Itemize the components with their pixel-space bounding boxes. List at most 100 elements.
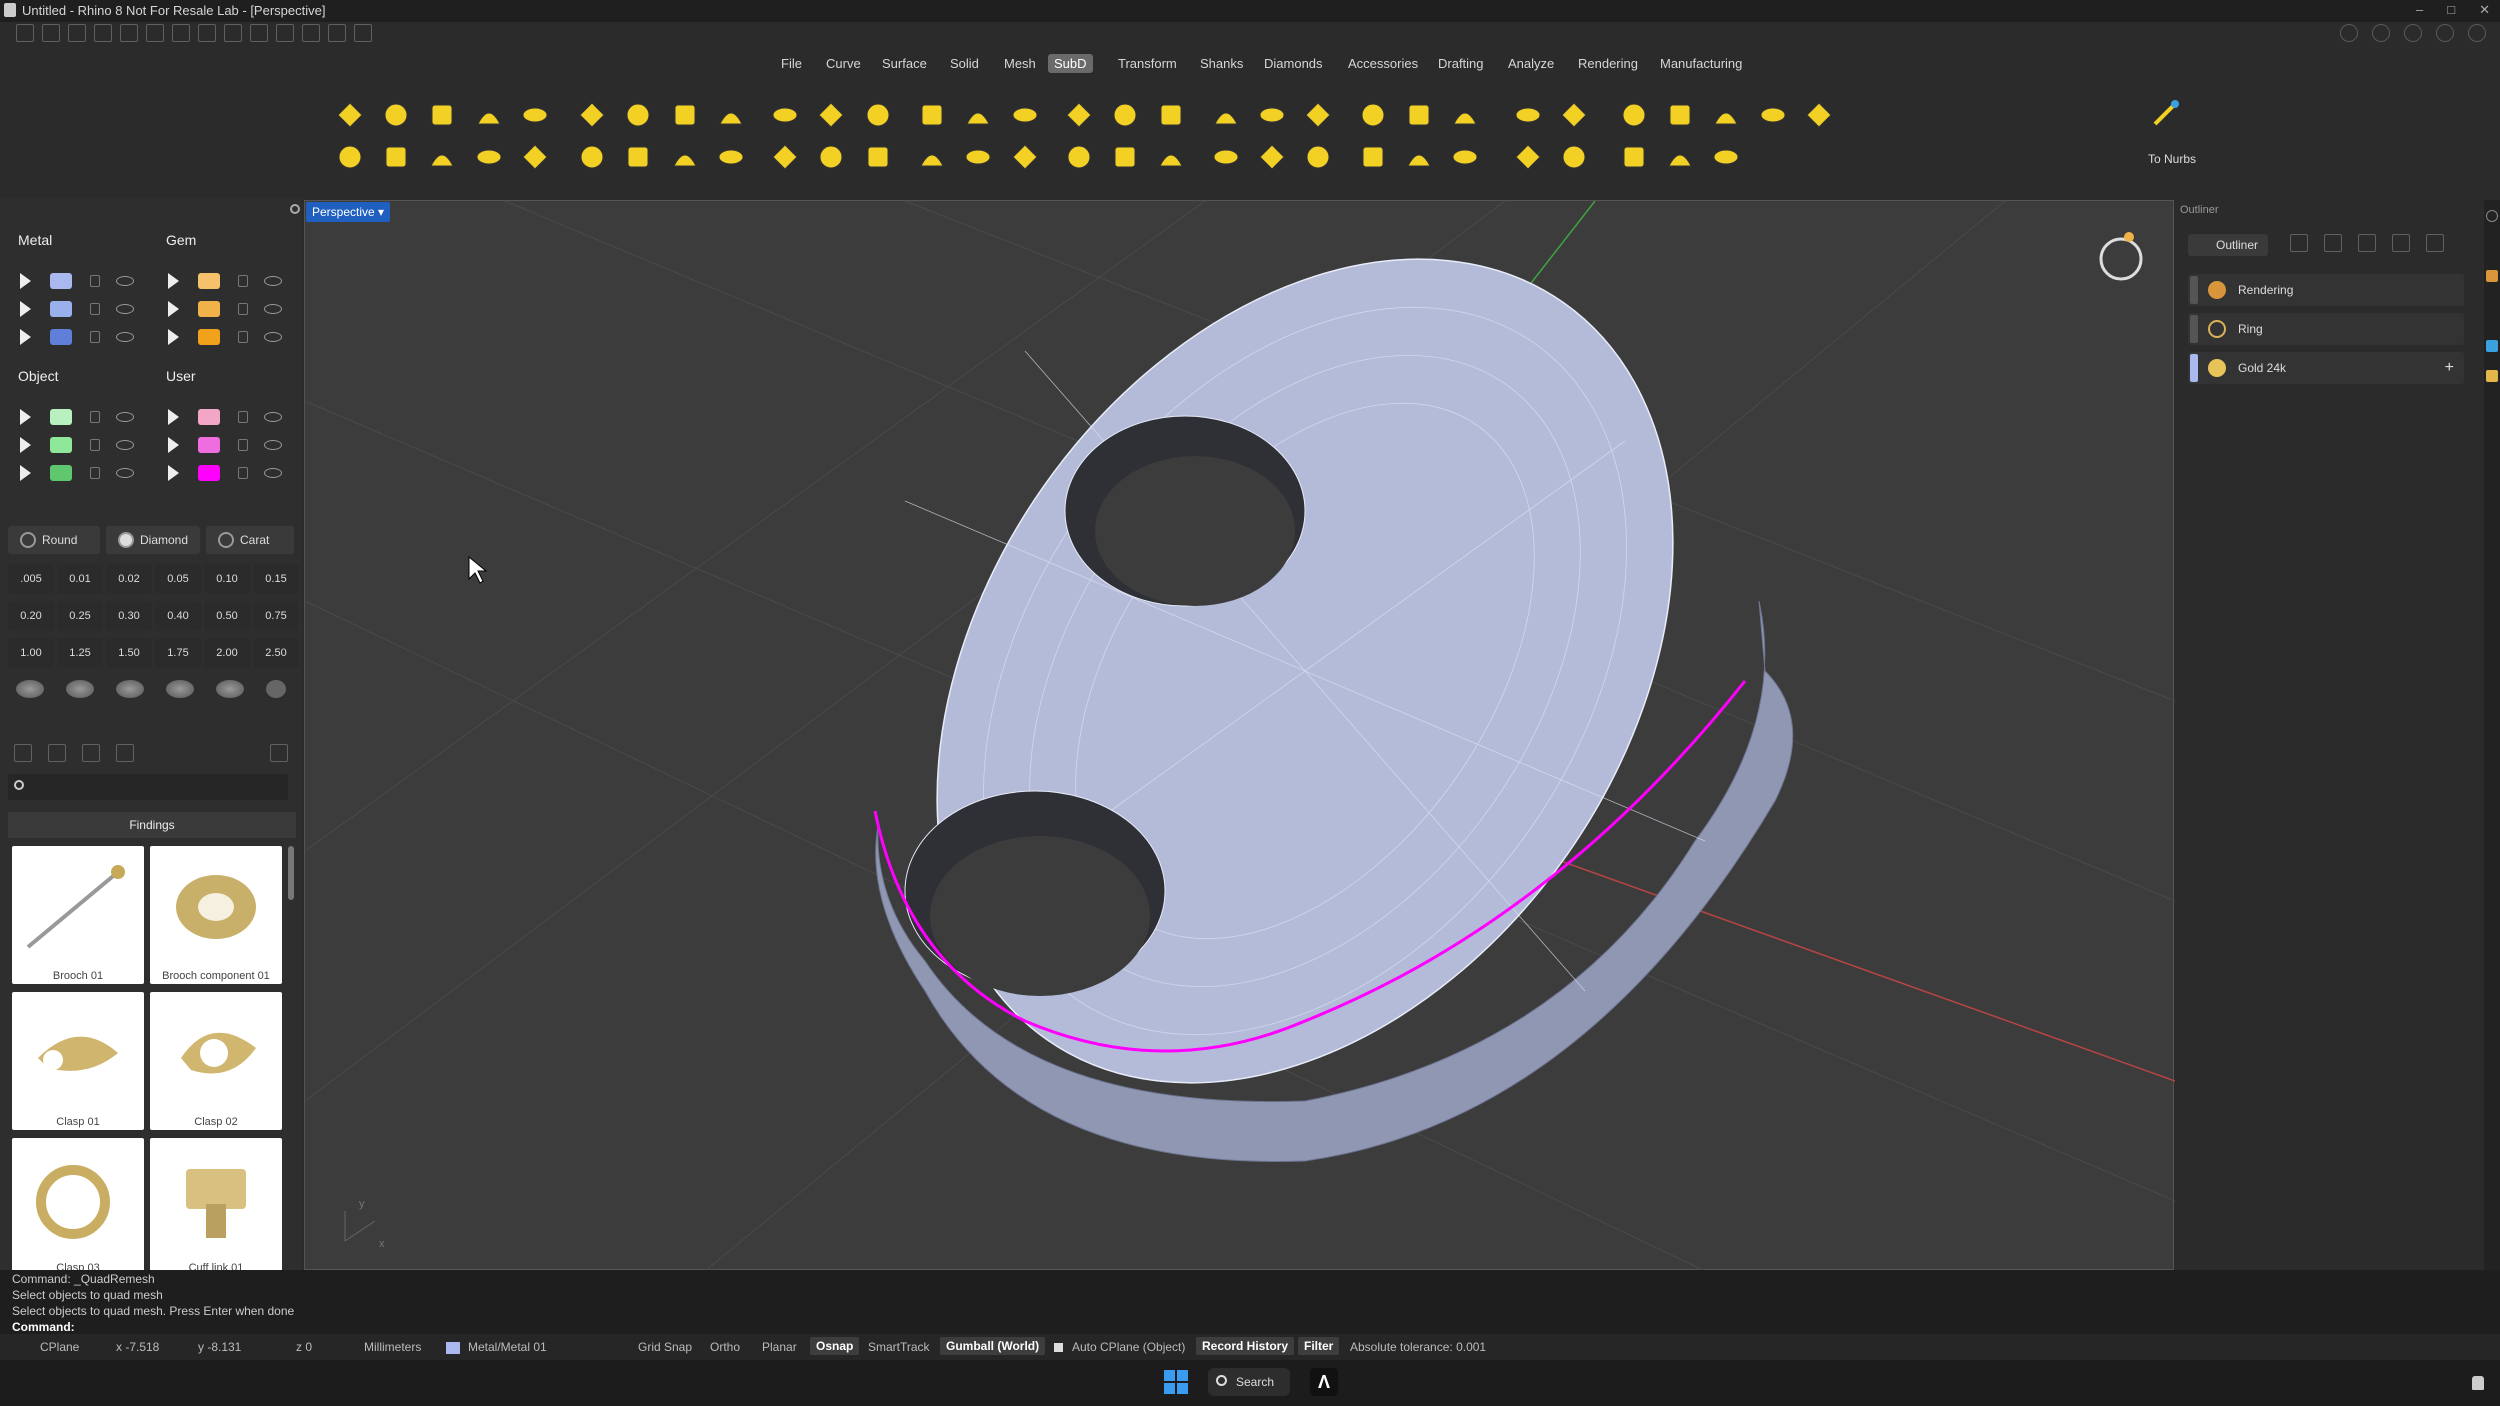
layer-icon[interactable] — [2340, 24, 2358, 42]
subd-remesh-button[interactable] — [469, 137, 509, 177]
library-scrollbar[interactable] — [288, 846, 294, 900]
lock-icon[interactable] — [238, 331, 248, 343]
subd-cube-button[interactable] — [711, 137, 751, 177]
subd-primitive-button[interactable] — [330, 95, 370, 135]
gem-size-button[interactable]: 1.75 — [155, 638, 201, 668]
menu-diamonds[interactable]: Diamonds — [1258, 54, 1329, 73]
layer-row[interactable] — [166, 298, 286, 320]
subd-extrude-button[interactable] — [858, 137, 898, 177]
subd-box-button[interactable] — [618, 137, 658, 177]
folder-icon[interactable] — [14, 744, 32, 762]
layer-row[interactable] — [166, 462, 286, 484]
lock-icon[interactable] — [238, 275, 248, 287]
panel-settings-icon[interactable] — [290, 204, 300, 214]
layer-color-swatch[interactable] — [50, 301, 72, 317]
library-item-cuff-link-01[interactable]: Cuff link 01 — [150, 1138, 282, 1276]
subd-weld-button[interactable] — [1353, 137, 1393, 177]
play-icon[interactable] — [168, 465, 179, 481]
layer-row[interactable] — [18, 298, 138, 320]
properties-icon[interactable] — [276, 24, 294, 42]
gem-unit-selector[interactable]: Carat — [206, 526, 294, 554]
subd-sphere-button[interactable] — [515, 95, 555, 135]
outliner-item-gold-24k[interactable]: Gold 24k + — [2188, 352, 2464, 384]
layer-color-swatch[interactable] — [198, 437, 220, 453]
gem-size-button[interactable]: 1.50 — [106, 638, 152, 668]
open-icon[interactable] — [68, 24, 86, 42]
ring-icon[interactable] — [2099, 237, 2143, 281]
eye-icon[interactable] — [116, 332, 134, 342]
subd-edit-button[interactable] — [422, 137, 462, 177]
add-icon[interactable]: + — [2445, 359, 2454, 377]
save-icon[interactable] — [172, 24, 190, 42]
gem-size-button[interactable]: 0.15 — [253, 564, 299, 594]
play-icon[interactable] — [168, 329, 179, 345]
library-category-dropdown[interactable]: Findings — [8, 812, 296, 838]
menu-curve[interactable]: Curve — [820, 54, 867, 73]
layer-color-swatch[interactable] — [50, 409, 72, 425]
new-file-icon[interactable] — [16, 24, 34, 42]
grid-view-icon[interactable] — [116, 744, 134, 762]
subd-primitive-button[interactable] — [572, 137, 612, 177]
play-icon[interactable] — [20, 301, 31, 317]
lock-icon[interactable] — [238, 411, 248, 423]
maximize-button[interactable]: □ — [2447, 2, 2455, 18]
lock-icon[interactable] — [90, 303, 100, 315]
subd-octagon-button[interactable] — [1799, 95, 1839, 135]
gem-size-button[interactable]: 0.25 — [57, 601, 103, 631]
gem-type-selector[interactable]: Diamond — [106, 526, 200, 554]
library-item-clasp-02[interactable]: Clasp 02 — [150, 992, 282, 1130]
gem-icon[interactable] — [2486, 370, 2498, 382]
gem-cut-icon[interactable] — [166, 680, 194, 698]
layer-color-swatch[interactable] — [198, 329, 220, 345]
subd-thicken-button[interactable] — [1660, 137, 1700, 177]
gem-size-button[interactable]: 0.40 — [155, 601, 201, 631]
play-icon[interactable] — [168, 301, 179, 317]
taskbar-search-button[interactable]: Search — [1208, 1368, 1290, 1396]
subd-fill-button[interactable] — [665, 95, 705, 135]
subd-cylinder-button[interactable] — [1059, 137, 1099, 177]
subd-align-button[interactable] — [1445, 137, 1485, 177]
lock-icon[interactable] — [238, 467, 248, 479]
subd-loft-button[interactable] — [1105, 137, 1145, 177]
library-item-clasp-03[interactable]: Clasp 03 — [12, 1138, 144, 1276]
layer-color-swatch[interactable] — [198, 409, 220, 425]
library-search-input[interactable] — [8, 774, 288, 800]
menu-transform[interactable]: Transform — [1112, 54, 1183, 73]
subd-merge-button[interactable] — [1151, 95, 1191, 135]
layer-color-swatch[interactable] — [198, 301, 220, 317]
library-item-clasp-01[interactable]: Clasp 01 — [12, 992, 144, 1130]
subd-slide-button[interactable] — [1508, 137, 1548, 177]
subd-insert-button[interactable] — [1554, 137, 1594, 177]
subd-loft-button[interactable] — [858, 95, 898, 135]
planar-toggle[interactable]: Planar — [762, 1340, 797, 1354]
undo-icon[interactable] — [120, 24, 138, 42]
menu-analyze[interactable]: Analyze — [1502, 54, 1560, 73]
subd-sweep-button[interactable] — [1151, 137, 1191, 177]
layer-row[interactable] — [18, 406, 138, 428]
lock-icon[interactable] — [90, 331, 100, 343]
subd-fill-button[interactable] — [912, 137, 952, 177]
eye-icon[interactable] — [264, 468, 282, 478]
subd-symmetry-button[interactable] — [1706, 137, 1746, 177]
gem-cut-icon[interactable] — [116, 680, 144, 698]
gem-size-button[interactable]: 2.50 — [253, 638, 299, 668]
subd-torus-button[interactable] — [811, 137, 851, 177]
gem-cut-icon[interactable] — [16, 680, 44, 698]
refresh-icon[interactable] — [2392, 234, 2410, 252]
gem-size-button[interactable]: .005 — [8, 564, 54, 594]
subd-gem-button[interactable] — [1660, 95, 1700, 135]
folder-add-icon[interactable] — [48, 744, 66, 762]
gem-cut-icon[interactable] — [66, 680, 94, 698]
eye-icon[interactable] — [264, 412, 282, 422]
layer-color-swatch[interactable] — [50, 465, 72, 481]
smarttrack-toggle[interactable]: SmartTrack — [868, 1340, 930, 1354]
subd-slide-button[interactable] — [1252, 95, 1292, 135]
play-icon[interactable] — [168, 437, 179, 453]
layer-row[interactable] — [18, 462, 138, 484]
status-cplane[interactable]: CPlane — [40, 1340, 79, 1354]
library-item-brooch-01[interactable]: Brooch 01 — [12, 846, 144, 984]
save-all-icon[interactable] — [224, 24, 242, 42]
status-units[interactable]: Millimeters — [364, 1340, 421, 1354]
menu-shanks[interactable]: Shanks — [1194, 54, 1249, 73]
subd-sphere-button[interactable] — [765, 137, 805, 177]
